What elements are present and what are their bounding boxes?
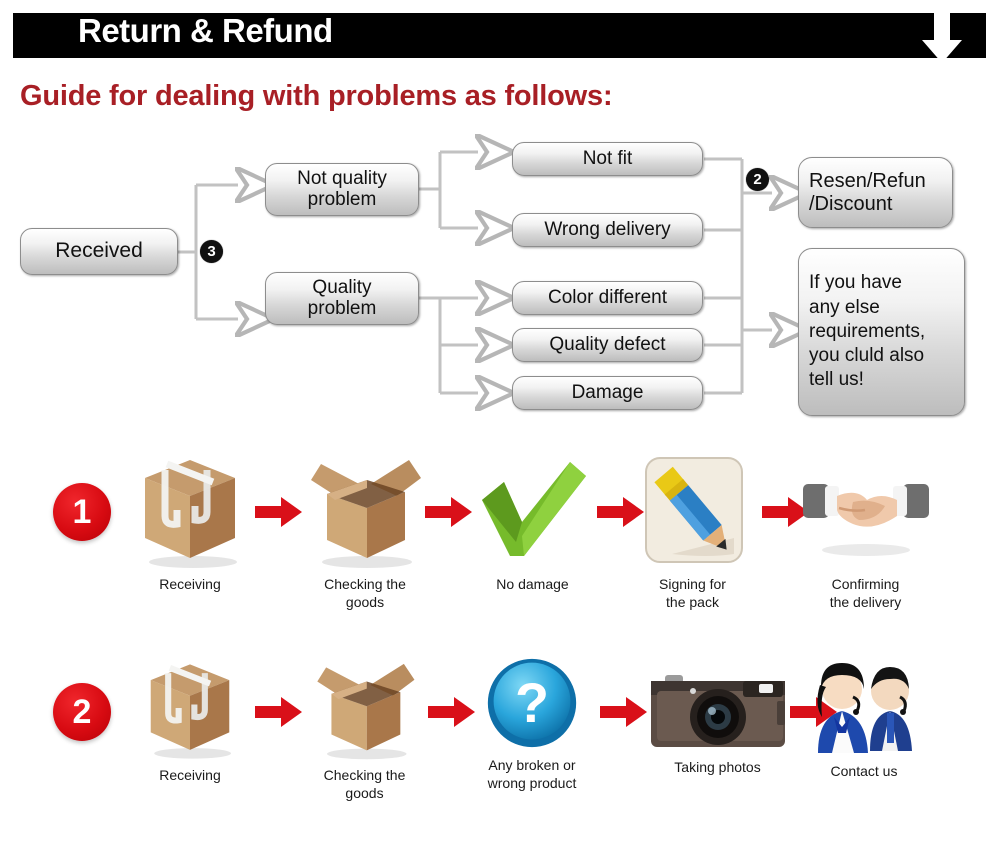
flow-node-not-fit[interactable]: Not fit <box>512 142 703 176</box>
arrow-right-icon <box>600 697 647 727</box>
flow-node-damage[interactable]: Damage <box>512 376 703 410</box>
page-title: Return & Refund <box>78 12 333 49</box>
flow-node-wrong-delivery[interactable]: Wrong delivery <box>512 213 703 247</box>
step-receiving-2: Receiving <box>130 655 250 785</box>
step-checking-goods-2: Checking the goods <box>302 655 427 802</box>
flow-node-resend-refund-discount-label: Resen/Refun /Discount <box>809 170 926 215</box>
step-caption: Checking the goods <box>324 576 406 610</box>
step-caption: Any broken or wrong product <box>487 757 577 791</box>
flow-node-received-label: Received <box>55 239 143 263</box>
step-taking-photos: Taking photos <box>645 661 790 777</box>
support-agents-icon <box>817 663 912 753</box>
flow-node-quality-problem-label: Quality problem <box>307 276 377 319</box>
camera-icon <box>650 675 785 747</box>
process-row-2-badge: 2 <box>53 683 111 741</box>
step-no-damage: No damage <box>470 450 595 594</box>
step-caption: Receiving <box>159 576 221 592</box>
flow-node-quality-defect-label: Quality defect <box>549 333 666 355</box>
step-caption: No damage <box>496 576 569 592</box>
flow-node-color-different[interactable]: Color different <box>512 281 703 315</box>
step-caption: Checking the goods <box>323 767 406 801</box>
flow-node-any-else-requirements-label: If you have any else requirements, you c… <box>809 272 926 391</box>
svg-text:?: ? <box>515 672 549 734</box>
closed-box-icon <box>145 460 237 568</box>
step-caption: Taking photos <box>674 759 761 775</box>
flow-node-quality-problem[interactable]: Quality problem <box>265 272 419 325</box>
blue-question-icon: ? <box>487 658 577 748</box>
step-any-broken-wrong: ? Any broken or wrong product <box>468 655 596 792</box>
step-contact-us: Contact us <box>800 655 928 781</box>
return-refund-banner: Return & Refund Guide for dealing with p… <box>0 0 1000 841</box>
step-caption: Contact us <box>830 763 898 779</box>
step-confirming-delivery: Confirming the delivery <box>798 450 933 611</box>
step-caption: Signing for the pack <box>659 576 726 610</box>
flow-node-not-quality-problem[interactable]: Not quality problem <box>265 163 419 216</box>
step-caption: Receiving <box>159 767 221 783</box>
flow-node-not-quality-problem-label: Not quality problem <box>297 167 387 210</box>
step-signing-for-pack: Signing for the pack <box>630 450 755 611</box>
green-check-icon <box>481 462 586 556</box>
flow-badge-three: 3 <box>200 240 223 263</box>
guide-heading: Guide for dealing with problems as follo… <box>20 80 613 112</box>
step-receiving-1: Receiving <box>125 450 255 594</box>
flow-node-quality-defect[interactable]: Quality defect <box>512 328 703 362</box>
process-row-1: 1 Receiving Checking the goods No damage… <box>0 450 1000 640</box>
flow-node-not-fit-label: Not fit <box>582 147 633 169</box>
flow-badge-two: 2 <box>746 168 769 191</box>
flow-node-damage-label: Damage <box>571 381 644 403</box>
flow-node-color-different-label: Color different <box>548 286 667 308</box>
process-row-1-badge: 1 <box>53 483 111 541</box>
flow-node-resend-refund-discount[interactable]: Resen/Refun /Discount <box>798 157 953 228</box>
open-box-icon <box>316 663 414 760</box>
flow-node-wrong-delivery-label: Wrong delivery <box>544 218 671 240</box>
arrow-right-icon <box>425 497 472 527</box>
step-caption: Confirming the delivery <box>829 576 902 610</box>
arrow-right-icon <box>255 497 302 527</box>
step-checking-goods-1: Checking the goods <box>300 450 430 611</box>
arrow-right-icon <box>255 697 302 727</box>
open-box-icon <box>311 460 421 568</box>
process-row-2: 2 Receiving Checking the goods ? Any bro… <box>0 655 1000 841</box>
down-arrow-icon <box>922 10 962 63</box>
flow-node-received[interactable]: Received <box>20 228 178 275</box>
closed-box-icon <box>150 664 232 759</box>
handshake-icon <box>802 484 929 556</box>
pencil-signing-icon <box>644 457 743 563</box>
problem-flowchart: Received Not quality problem Quality pro… <box>0 130 1000 430</box>
flow-node-any-else-requirements[interactable]: If you have any else requirements, you c… <box>798 248 965 416</box>
